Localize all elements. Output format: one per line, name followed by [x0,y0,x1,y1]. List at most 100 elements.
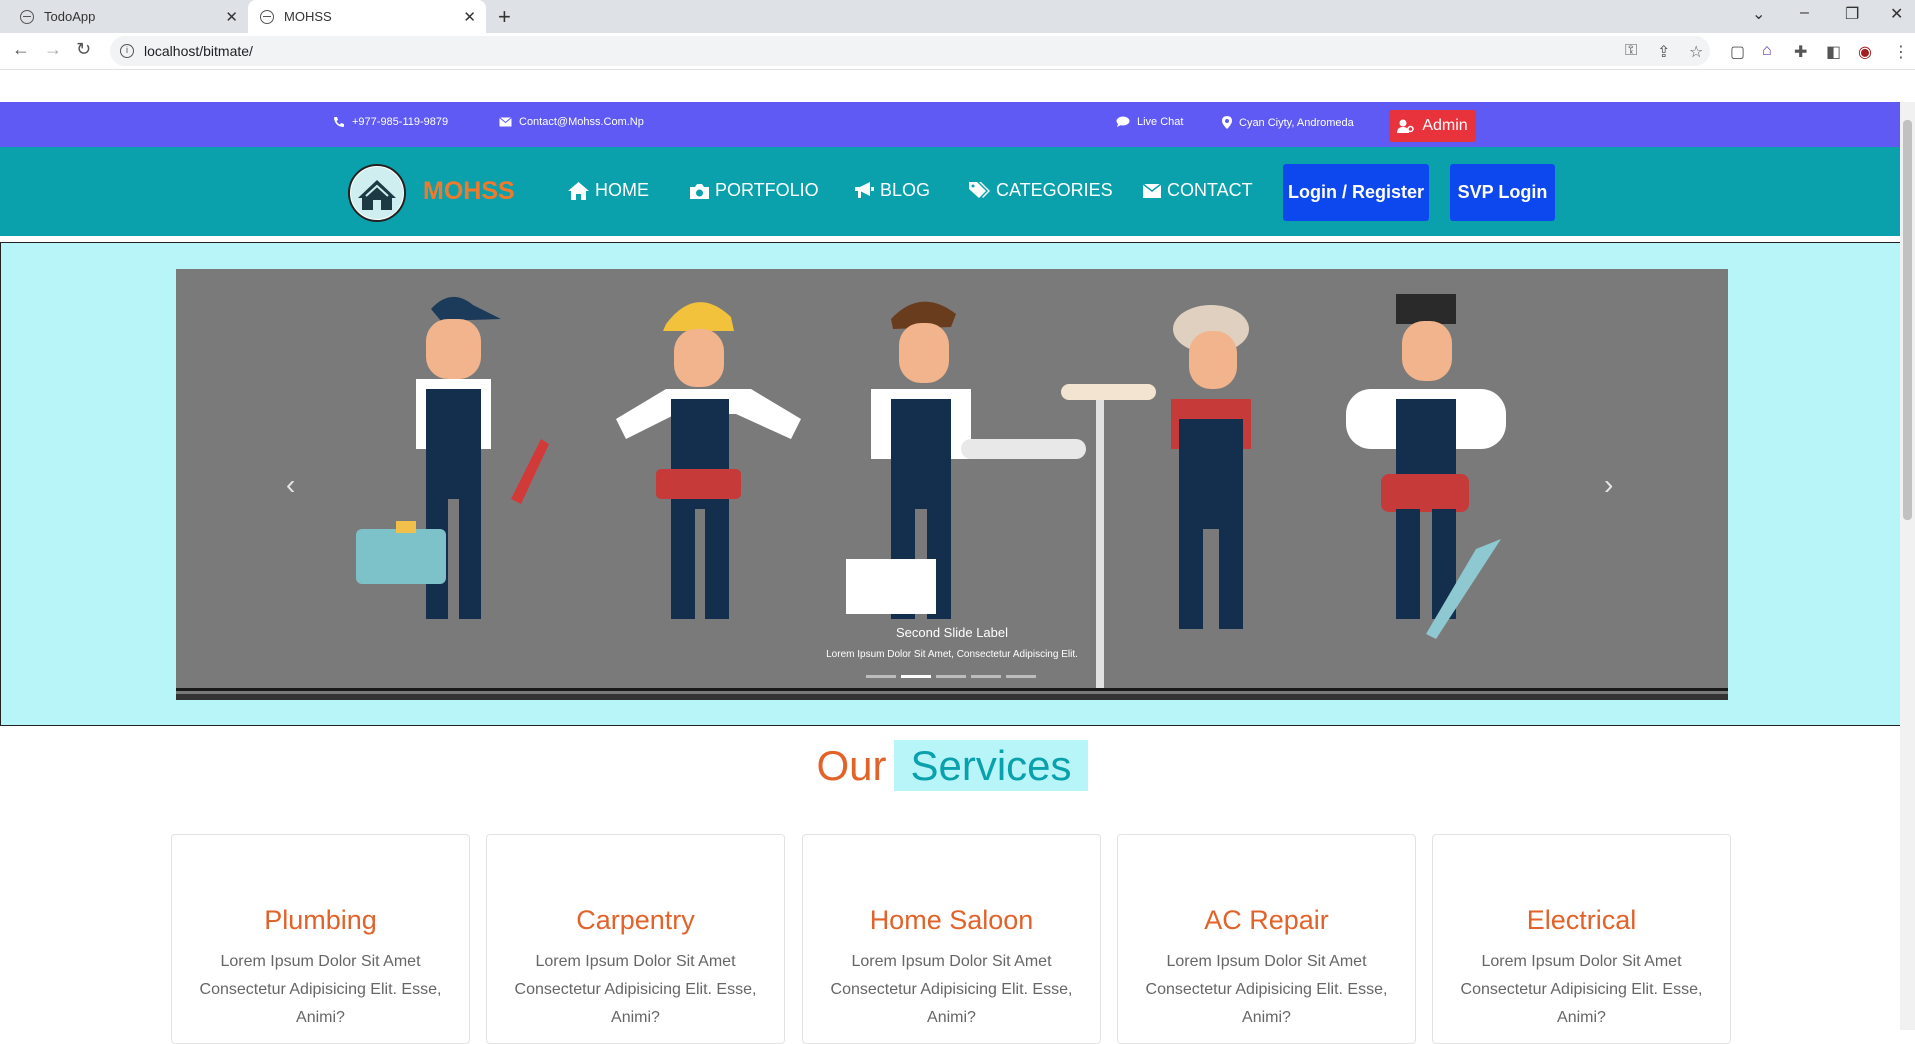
url-text: localhost/bitmate/ [144,43,253,59]
menu-kebab-icon[interactable]: ⋮ [1893,42,1909,62]
carousel-indicator[interactable] [1006,675,1036,678]
service-card-text: Lorem Ipsum Dolor Sit Amet Consectetur A… [1460,953,1703,1026]
brand-name[interactable]: MOHSS [423,177,515,206]
services-heading: Our Services [0,740,1904,791]
service-card-title: Electrical [1526,905,1637,935]
phone-contact[interactable]: +977-985-119-9879 [333,116,448,128]
carousel-caption-text: Lorem Ipsum Dolor Sit Amet, Consectetur … [826,649,1078,660]
camera-icon [690,183,709,199]
share-icon[interactable]: ⇪ [1657,42,1670,62]
nav-portfolio[interactable]: PORTFOLIO [690,180,819,201]
user-cog-icon [1397,119,1415,133]
minimize-icon[interactable]: – [1800,4,1809,22]
close-icon[interactable]: ✕ [463,8,476,26]
megaphone-icon [855,182,874,198]
slide-floor-base [176,694,1728,700]
home-icon [568,181,589,200]
phone-icon [334,117,344,127]
nav-contact-label: CONTACT [1167,180,1253,200]
service-card-text: Lorem Ipsum Dolor Sit Amet Consectetur A… [514,953,757,1026]
service-card-carpentry[interactable]: Carpentry Lorem Ipsum Dolor Sit Amet Con… [486,834,785,1044]
slide-floor-line [176,688,1728,691]
scrollbar-thumb[interactable] [1903,120,1912,520]
services-heading-word2: Services [894,740,1088,791]
service-card-title: Carpentry [576,905,695,935]
envelope-icon [1143,183,1161,198]
live-chat-link[interactable]: Live Chat [1116,116,1183,128]
tab-title: TodoApp [44,9,96,24]
address-bar[interactable]: i localhost/bitmate/ [110,36,1710,66]
nav-home-label: HOME [595,180,649,200]
service-card-text: Lorem Ipsum Dolor Sit Amet Consectetur A… [1145,953,1388,1026]
site-favicon-icon [260,9,274,24]
carousel-indicator-active[interactable] [901,675,931,678]
site-logo[interactable] [348,164,406,222]
globe-icon [20,9,34,24]
key-icon[interactable]: ⚿ [1625,42,1637,60]
svp-login-button[interactable]: SVP Login [1450,164,1555,221]
nav-categories-label: CATEGORIES [996,180,1113,200]
nav-contact[interactable]: CONTACT [1143,180,1253,201]
carousel-indicators [866,675,1036,678]
nav-categories[interactable]: CATEGORIES [969,180,1113,201]
window-close-icon[interactable]: ✕ [1890,4,1903,24]
new-tab-icon[interactable]: + [498,4,511,30]
envelope-icon [499,117,512,127]
map-marker-icon [1222,116,1232,129]
phone-text: +977-985-119-9879 [352,116,449,128]
service-card-text: Lorem Ipsum Dolor Sit Amet Consectetur A… [199,953,442,1026]
service-card-title: AC Repair [1204,905,1329,935]
extension-icon[interactable]: ▢ [1730,42,1745,62]
tags-icon [969,182,990,198]
service-card-home-saloon[interactable]: Home Saloon Lorem Ipsum Dolor Sit Amet C… [802,834,1101,1044]
service-card-title: Home Saloon [869,905,1034,935]
close-icon[interactable]: ✕ [225,8,238,26]
chevron-down-icon[interactable]: ⌄ [1752,4,1765,24]
reload-icon[interactable]: ↻ [76,39,91,60]
services-heading-word1: Our [816,742,887,789]
star-icon[interactable]: ☆ [1689,42,1703,62]
page-scrollbar[interactable] [1900,102,1915,1030]
extension-badge-icon[interactable]: ⌂ [1762,42,1772,60]
admin-label: Admin [1422,117,1468,134]
puzzle-icon[interactable]: ✚ [1794,42,1807,62]
browser-toolbar: ← → ↻ i localhost/bitmate/ ⚿ ⇪ ☆ ▢ ⌂ ✚ ◧… [0,33,1915,70]
top-info-bar: +977-985-119-9879 Contact@Mohss.Com.Np L… [0,102,1900,147]
carousel-indicator[interactable] [936,675,966,678]
service-card-text: Lorem Ipsum Dolor Sit Amet Consectetur A… [830,953,1073,1026]
carousel-indicator[interactable] [866,675,896,678]
service-card-plumbing[interactable]: Plumbing Lorem Ipsum Dolor Sit Amet Cons… [171,834,470,1044]
carousel-slide: ‹ › Second Slide Label Lorem Ipsum Dolor… [176,269,1728,700]
profile-avatar-icon[interactable]: ◉ [1858,42,1872,62]
login-register-button[interactable]: Login / Register [1283,164,1429,221]
nav-home[interactable]: HOME [568,180,649,201]
carousel-next-icon[interactable]: › [1604,469,1613,501]
location-text: Cyan Ciyty, Andromeda [1239,116,1354,129]
service-card-title: Plumbing [264,905,377,935]
forward-icon[interactable]: → [44,39,62,60]
restore-icon[interactable]: ❐ [1845,4,1859,24]
sidepanel-icon[interactable]: ◧ [1826,42,1841,62]
carousel-caption-title: Second Slide Label [895,625,1009,640]
email-text: Contact@Mohss.Com.Np [519,116,644,128]
service-card-ac-repair[interactable]: AC Repair Lorem Ipsum Dolor Sit Amet Con… [1117,834,1416,1044]
info-icon[interactable]: i [120,44,134,58]
house-tools-logo-icon [351,167,403,219]
location-info: Cyan Ciyty, Andromeda [1222,116,1354,129]
back-icon[interactable]: ← [12,39,30,60]
tab-title: MOHSS [284,9,332,24]
carousel-indicator[interactable] [971,675,1001,678]
admin-button[interactable]: Admin [1389,110,1476,142]
nav-blog[interactable]: BLOG [855,180,930,201]
chat-icon [1116,116,1130,127]
browser-tab-todoapp[interactable]: TodoApp ✕ [8,0,248,33]
main-navbar: MOHSS HOME PORTFOLIO BLOG CATEGORIES CON… [0,147,1900,236]
carousel-prev-icon[interactable]: ‹ [286,469,295,501]
service-card-electrical[interactable]: Electrical Lorem Ipsum Dolor Sit Amet Co… [1432,834,1731,1044]
live-chat-text: Live Chat [1137,116,1184,128]
browser-tab-bar: TodoApp ✕ MOHSS ✕ + ⌄ – ❐ ✕ [0,0,1915,33]
email-contact[interactable]: Contact@Mohss.Com.Np [499,116,644,128]
nav-blog-label: BLOG [880,180,931,200]
browser-tab-mohss[interactable]: MOHSS ✕ [248,0,486,33]
hero-section: ‹ › Second Slide Label Lorem Ipsum Dolor… [0,242,1904,726]
